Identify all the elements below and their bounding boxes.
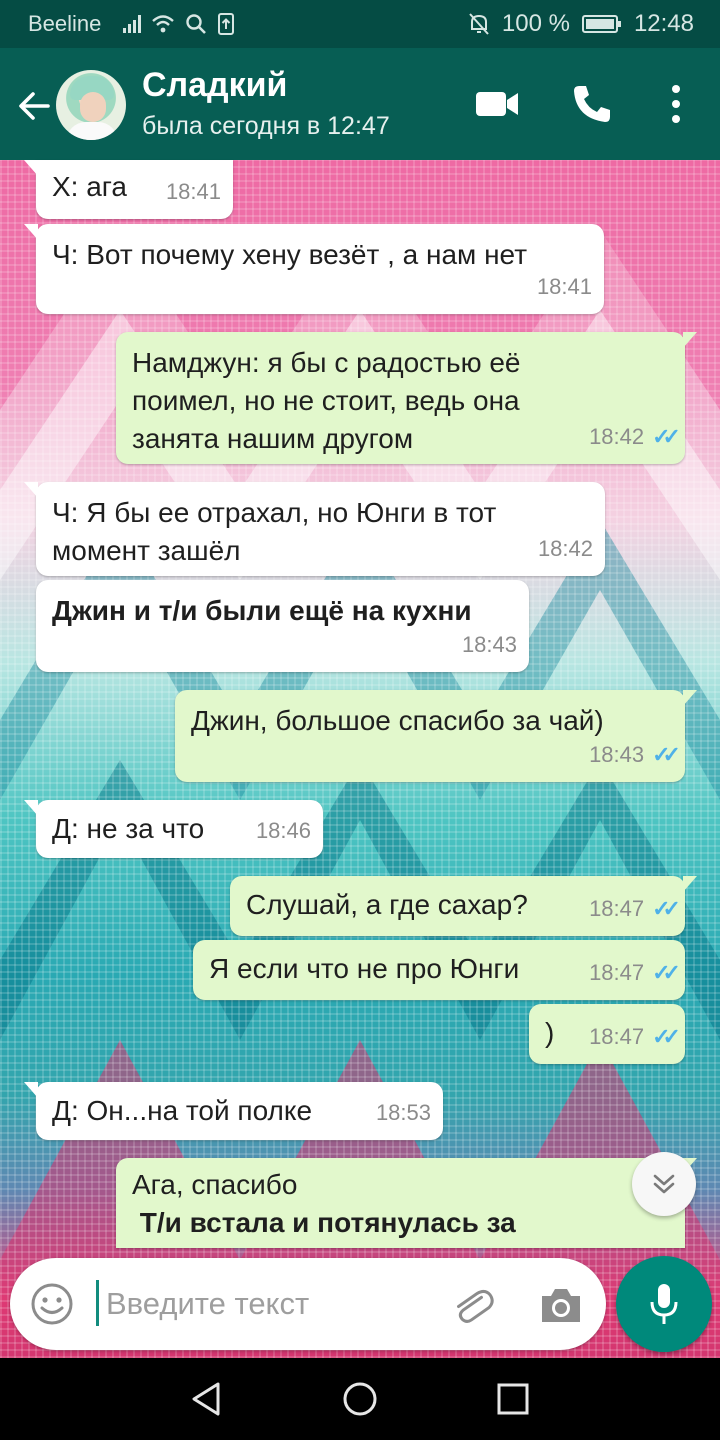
- message-text: Я если что не про Юнги: [209, 953, 520, 984]
- message-time: 18:43 ✓✓: [589, 736, 681, 774]
- back-nav-icon[interactable]: [188, 1380, 224, 1418]
- message-time: 18:42: [537, 536, 593, 561]
- message-text: Д: Он...на той полке: [52, 1095, 313, 1126]
- message-text: момент зашёл: [52, 535, 241, 566]
- message-incoming[interactable]: Ч: Вот почему хену везёт , а нам нет 18:…: [24, 224, 604, 314]
- message-time: 18:46: [255, 818, 311, 843]
- clock: 12:48: [633, 10, 694, 37]
- signal-icons: [123, 12, 235, 36]
- message-outgoing[interactable]: Ага, спасибо Т/и встала и потянулась за: [116, 1158, 697, 1248]
- status-right: 100 % 12:48: [468, 10, 694, 38]
- message-outgoing[interactable]: Джин, большое спасибо за чай) 18:43 ✓✓: [175, 690, 697, 782]
- message-outgoing[interactable]: ) 18:47 ✓✓: [529, 1004, 685, 1064]
- message-incoming[interactable]: Джин и т/и были ещё на кухни 18:43: [36, 580, 529, 672]
- message-text: Джин, большое спасибо за чай): [191, 705, 604, 736]
- signal-icon: [123, 15, 142, 33]
- message-incoming[interactable]: Ч: Я бы ее отрахал, но Юнги в тот момент…: [24, 482, 605, 576]
- phone-call-icon[interactable]: [570, 82, 614, 126]
- message-incoming[interactable]: Х: ага 18:41: [24, 160, 233, 219]
- composer-bar: [0, 1248, 720, 1358]
- wifi-icon: [152, 15, 175, 33]
- composer-box: [10, 1258, 606, 1350]
- message-text: Слушай, а где сахар?: [246, 889, 528, 920]
- message-text: Т/и встала и потянулась за: [132, 1207, 516, 1238]
- message-outgoing[interactable]: Намджун: я бы с радостью её поимел, но н…: [116, 332, 697, 464]
- avatar-shirt: [66, 122, 118, 140]
- message-text: Ч: Вот почему хену везёт , а нам нет: [52, 239, 528, 270]
- message-text: Ч: Я бы ее отрахал, но Юнги в тот: [52, 497, 497, 528]
- message-time: 18:41: [536, 274, 592, 299]
- message-time: 18:41: [165, 179, 221, 204]
- last-seen-status: была сегодня в 12:47: [142, 112, 390, 140]
- emoji-icon[interactable]: [30, 1282, 74, 1326]
- message-text: Намджун: я бы с радостью её: [132, 347, 521, 378]
- message-time: 18:43: [461, 632, 517, 657]
- message-text: Д: не за что: [52, 813, 205, 844]
- message-incoming[interactable]: Д: не за что 18:46: [24, 800, 323, 858]
- text-caret: [96, 1280, 99, 1326]
- message-time: 18:42 ✓✓: [589, 418, 681, 456]
- message-input[interactable]: [106, 1284, 436, 1324]
- system-navigation-bar: [0, 1358, 720, 1440]
- message-outgoing[interactable]: Я если что не про Юнги 18:47 ✓✓: [193, 940, 685, 1000]
- battery-icon: [581, 15, 621, 33]
- message-time: 18:47 ✓✓: [589, 1018, 681, 1056]
- recents-nav-icon[interactable]: [496, 1380, 530, 1418]
- message-text: Х: ага: [52, 171, 127, 202]
- paperclip-icon[interactable]: [450, 1282, 496, 1328]
- search-icon: [186, 14, 207, 34]
- contact-name[interactable]: Сладкий: [142, 66, 287, 105]
- microphone-button[interactable]: [616, 1256, 712, 1352]
- status-bar: Beeline 100 % 12:48: [0, 0, 720, 48]
- video-call-icon[interactable]: [474, 86, 520, 122]
- read-receipt-icon: ✓✓: [652, 424, 681, 449]
- message-text: поимел, но не стоит, ведь она: [132, 385, 520, 416]
- message-text: Ага, спасибо: [132, 1169, 298, 1200]
- battery-percent: 100 %: [501, 10, 570, 37]
- mute-bell-icon: [469, 13, 489, 35]
- scroll-to-bottom-button[interactable]: [632, 1152, 696, 1216]
- avatar[interactable]: [56, 70, 126, 140]
- message-time: 18:53: [375, 1100, 431, 1125]
- back-arrow-icon[interactable]: [14, 86, 54, 126]
- read-receipt-icon: ✓✓: [652, 1024, 681, 1049]
- message-incoming[interactable]: Д: Он...на той полке 18:53: [24, 1082, 443, 1140]
- message-text: Джин и т/и были ещё на кухни: [52, 595, 472, 626]
- read-receipt-icon: ✓✓: [652, 896, 681, 921]
- read-receipt-icon: ✓✓: [652, 960, 681, 985]
- message-text: ): [545, 1017, 555, 1048]
- chat-header: Сладкий была сегодня в 12:47: [0, 48, 720, 160]
- message-time: 18:47 ✓✓: [589, 954, 681, 992]
- read-receipt-icon: ✓✓: [652, 742, 681, 767]
- avatar-face: [80, 92, 106, 122]
- camera-icon[interactable]: [538, 1284, 584, 1326]
- message-outgoing[interactable]: Слушай, а где сахар? 18:47 ✓✓: [230, 876, 697, 936]
- home-nav-icon[interactable]: [341, 1380, 379, 1418]
- double-chevron-down-icon: [653, 1174, 675, 1194]
- upload-icon: [218, 13, 235, 35]
- microphone-icon: [650, 1284, 678, 1324]
- carrier-name: Beeline: [28, 11, 102, 36]
- message-time: 18:47 ✓✓: [589, 890, 681, 928]
- more-options-icon[interactable]: [666, 82, 686, 126]
